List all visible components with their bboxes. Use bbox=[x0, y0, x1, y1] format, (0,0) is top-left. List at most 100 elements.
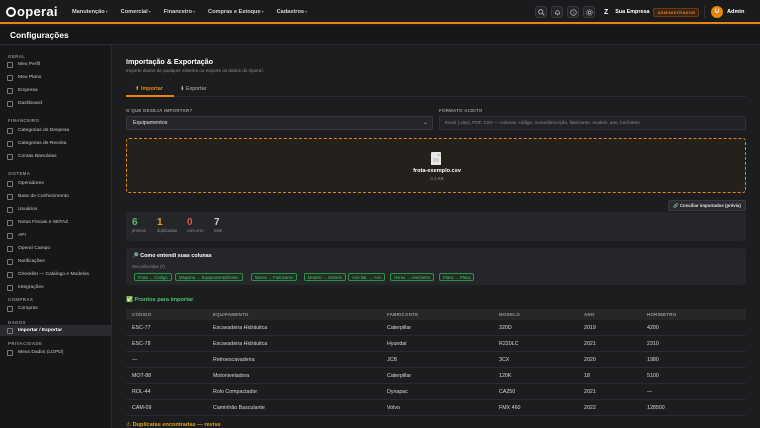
table-row[interactable]: ESC-77 Escavadeira Hidráulica Caterpillar 3… bbox=[126, 320, 746, 336]
column-header-modelo: MODELO bbox=[499, 312, 521, 317]
column-mapping-chip: Máquina → Equipamento/Nome bbox=[175, 273, 243, 281]
cell-modelo: R220LC bbox=[499, 341, 519, 347]
sidebar-item-meu-perfil[interactable]: Meu Perfil bbox=[7, 59, 111, 70]
sidebar-item-label: Checklist — Catálogo e Modelos bbox=[18, 272, 89, 277]
search-icon[interactable] bbox=[535, 6, 547, 18]
sidebar-item-label: Contas Bancárias bbox=[18, 154, 57, 159]
cell-equipamento: Rolo Compactador bbox=[213, 389, 258, 395]
sidebar-item-label: Meu Plano bbox=[18, 75, 42, 80]
table-row[interactable]: CAM-09 Caminhão Basculante Volvo FMX 460 202… bbox=[126, 400, 746, 416]
table-row[interactable]: ROL-44 Rolo Compactador Dynapac CA250 2021 — bbox=[126, 384, 746, 400]
sidebar-section-privacidade: PRIVACIDADE bbox=[8, 341, 43, 346]
app-logo[interactable]: operai bbox=[6, 4, 58, 19]
sidebar-item-label: Categorias de Receita bbox=[18, 141, 67, 146]
sidebar-item-empresa[interactable]: Empresa bbox=[7, 85, 111, 96]
usuarios-icon bbox=[7, 206, 13, 213]
sidebar-item-compras[interactable]: Compras bbox=[7, 303, 111, 314]
import-type-select[interactable]: Equipamentos ⌄ bbox=[126, 116, 433, 130]
nav-item-compras-e-estoque[interactable]: Compras e Estoque▾ bbox=[208, 9, 264, 15]
categorias-de-receita-icon bbox=[7, 140, 13, 147]
chevron-down-icon: ▾ bbox=[304, 9, 307, 14]
avatar[interactable]: U bbox=[711, 6, 723, 18]
table-row[interactable]: ESC-78 Escavadeira Hidráulica Hyundai R220L… bbox=[126, 336, 746, 352]
sidebar-item-meus-dados-lgpd[interactable]: Meus Dados (LGPD) bbox=[7, 347, 111, 358]
cell-horimetro: 2310 bbox=[647, 341, 659, 347]
file-dropzone[interactable]: frota-exemplo.csv 0.3 KB bbox=[126, 138, 746, 193]
page-title: Configurações bbox=[10, 30, 69, 40]
role-badge: ADMINISTRADOR bbox=[653, 7, 700, 17]
sidebar-item-notificacoes[interactable]: Notificações bbox=[7, 256, 111, 267]
column-header-fabricante: FABRICANTE bbox=[387, 312, 419, 317]
tab-importar[interactable]: ⬆ Importar bbox=[135, 86, 163, 92]
svg-text:?: ? bbox=[572, 10, 574, 14]
sidebar-item-dashboard[interactable]: Dashboard bbox=[7, 98, 111, 109]
meus-dados-lgpd-icon bbox=[7, 349, 13, 356]
user-name[interactable]: Admin bbox=[727, 9, 744, 15]
cell-ano: 2022 bbox=[584, 405, 596, 411]
sidebar-item-label: Base de Conhecimento bbox=[18, 194, 69, 199]
recognized-count: Reconhecidas (7) bbox=[132, 264, 165, 269]
bell-icon[interactable] bbox=[551, 6, 563, 18]
tab-exportar[interactable]: ⬇ Exportar bbox=[180, 86, 206, 92]
nav-item-cadastros[interactable]: Cadastros▾ bbox=[277, 9, 307, 15]
nav-item-manutencao[interactable]: Manutenção▾ bbox=[72, 9, 108, 15]
stat-prontos: 6 prontos bbox=[132, 217, 156, 233]
sidebar-item-integracoes[interactable]: Integrações bbox=[7, 282, 111, 293]
cell-equipamento: Retroescavadeira bbox=[213, 357, 255, 363]
tabs: ⬆ Importar ⬇ Exportar bbox=[126, 83, 746, 97]
sidebar-item-contas-bancarias[interactable]: Contas Bancárias bbox=[7, 151, 111, 162]
sidebar-item-categorias-de-receita[interactable]: Categorias de Receita bbox=[7, 138, 111, 149]
nav-item-label: Manutenção bbox=[72, 9, 105, 15]
sidebar-item-operadores[interactable]: Operadores bbox=[7, 178, 111, 189]
sidebar-section-sistema: SISTEMA bbox=[8, 171, 31, 176]
column-header-ano: ANO bbox=[584, 312, 595, 317]
categorias-de-despesa-icon bbox=[7, 127, 13, 134]
sidebar-item-meu-plano[interactable]: Meu Plano bbox=[7, 72, 111, 83]
sidebar-item-importar-exportar[interactable]: Importar / Exportar bbox=[0, 325, 112, 336]
nav-item-comercial[interactable]: Comercial▾ bbox=[121, 9, 151, 15]
column-mapping-chip: Marca → Fabricante bbox=[251, 273, 297, 281]
table-row[interactable]: — Retroescavadeira JCB 3CX 2020 1980 bbox=[126, 352, 746, 368]
chevron-down-icon: ▾ bbox=[193, 9, 196, 14]
chevron-down-icon: ▾ bbox=[105, 9, 108, 14]
reconcile-button[interactable]: 🔗 Conciliar importados (prévia) bbox=[668, 200, 746, 211]
help-icon[interactable]: ? bbox=[567, 6, 579, 18]
cell-modelo: CA250 bbox=[499, 389, 516, 395]
empresa-icon bbox=[7, 87, 13, 94]
sidebar-item-base-de-conhecimento[interactable]: Base de Conhecimento bbox=[7, 191, 111, 202]
cell-horimetro: 4200 bbox=[647, 325, 659, 331]
base-de-conhecimento-icon bbox=[7, 193, 13, 200]
table-row[interactable]: MOT-88 Motoniveladora Caterpillar 120K 18 510… bbox=[126, 368, 746, 384]
nav-item-label: Comercial bbox=[120, 9, 148, 15]
cell-horimetro: 1980 bbox=[647, 357, 659, 363]
cell-codigo: ESC-78 bbox=[132, 341, 151, 347]
sidebar-item-operai-campo[interactable]: Operaí Campo bbox=[7, 243, 111, 254]
gear-icon[interactable] bbox=[583, 6, 595, 18]
sidebar-item-label: Operaí Campo bbox=[18, 246, 51, 251]
sidebar-item-usuarios[interactable]: Usuários bbox=[7, 204, 111, 215]
cell-modelo: 120K bbox=[499, 373, 512, 379]
cell-ano: 2021 bbox=[584, 389, 596, 395]
chevron-down-icon: ▾ bbox=[261, 9, 264, 14]
ready-title: ✅ Prontos para importar bbox=[126, 297, 194, 303]
sidebar-item-label: Importar / Exportar bbox=[18, 328, 63, 333]
duplicates-title: ⚠ Duplicatas encontradas — revise bbox=[126, 422, 221, 428]
sidebar-item-notas-fiscais-e-sefaz[interactable]: Notas Fiscais e SEFAZ bbox=[7, 217, 111, 228]
file-name: frota-exemplo.csv bbox=[413, 168, 461, 174]
sidebar-item-categorias-de-despesa[interactable]: Categorias de Despesa bbox=[7, 125, 111, 136]
sidebar-item-api[interactable]: API bbox=[7, 230, 111, 241]
stat-label: com erro bbox=[187, 228, 204, 233]
sidebar-section-compras: COMPRAS bbox=[8, 297, 34, 302]
column-header-codigo: CÓDIGO bbox=[132, 312, 152, 317]
column-mapping-chip: Frota → Código bbox=[134, 273, 172, 281]
stat-value: 7 bbox=[214, 217, 220, 228]
nav-item-financeiro[interactable]: Financeiro▾ bbox=[164, 9, 195, 15]
cell-codigo: CAM-09 bbox=[132, 405, 152, 411]
sidebar-item-checklist-catalogo-e-modelos[interactable]: Checklist — Catálogo e Modelos bbox=[7, 269, 111, 280]
import-type-value: Equipamentos bbox=[133, 120, 168, 126]
nav-item-label: Cadastros bbox=[276, 9, 304, 15]
company-switcher[interactable]: Z Sua Empresa ADMINISTRADOR bbox=[604, 5, 700, 19]
stat-value: 6 bbox=[132, 217, 138, 228]
column-mapping-chip: Ano fab. → Ano bbox=[348, 273, 386, 281]
import-stats: 6 prontos 1 duplicadas 0 com erro 7 total bbox=[126, 212, 746, 241]
